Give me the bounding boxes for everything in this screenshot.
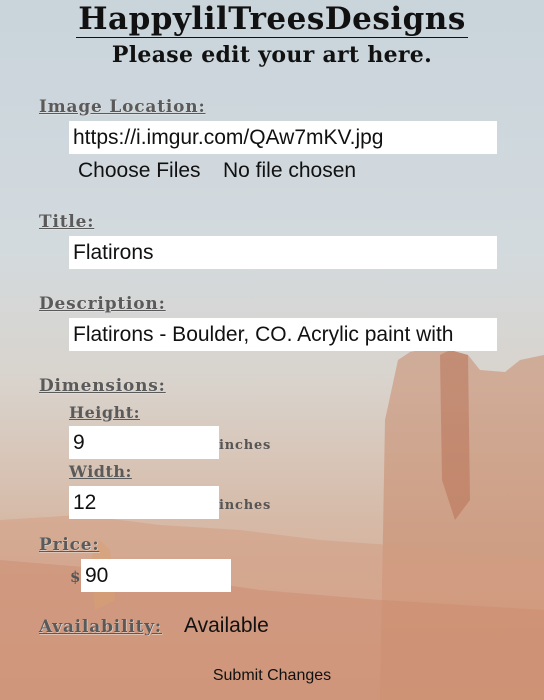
title-input[interactable] [69,236,497,269]
image-url-input[interactable] [69,121,497,154]
dimensions-label: Dimensions: [39,376,166,396]
brand-title: HappylilTreesDesigns [76,1,468,38]
price-input[interactable] [81,559,231,592]
width-unit: inches [219,498,272,513]
image-location-label: Image Location: [39,97,206,117]
availability-select[interactable]: Available [184,614,269,638]
description-input[interactable] [69,318,497,351]
title-label: Title: [39,212,95,232]
choose-files-button[interactable]: Choose Files [78,159,201,183]
file-status-text: No file chosen [223,159,357,182]
page-subtitle: Please edit your art here. [111,42,433,68]
height-label: Height: [69,403,140,422]
height-unit: inches [219,438,272,453]
width-label: Width: [69,462,132,481]
price-label: Price: [39,535,100,555]
submit-changes-button[interactable]: Submit Changes [0,666,544,686]
height-input[interactable] [69,426,219,459]
currency-symbol: $ [70,568,81,586]
width-input[interactable] [69,486,219,519]
description-label: Description: [39,294,166,314]
edit-art-form: HappylilTreesDesigns Please edit your ar… [0,0,544,700]
availability-label: Availability: [39,617,162,637]
